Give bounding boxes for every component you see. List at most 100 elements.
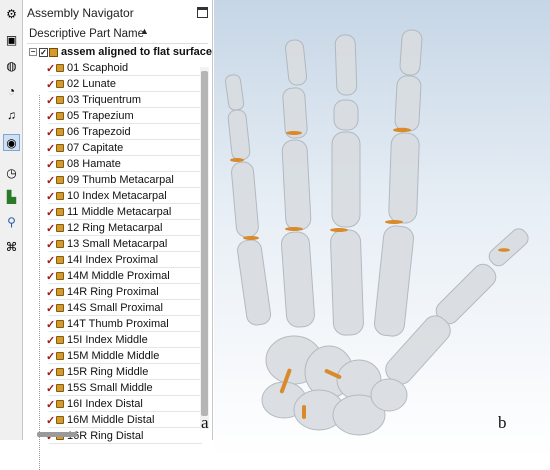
tree-part-row[interactable]: ✓ 11 Middle Metacarpal [23, 204, 212, 220]
part-icon [56, 224, 64, 232]
tree-part-row[interactable]: ✓ 15I Index Middle [23, 332, 212, 348]
web-icon[interactable]: ◉ [3, 134, 20, 151]
column-header-descriptive-part-name[interactable]: Descriptive Part Name ▲ [27, 25, 208, 44]
hand-bones [224, 29, 529, 436]
constraint-icon[interactable]: ◍ [3, 57, 20, 74]
tree-part-row[interactable]: ✓ 07 Capitate [23, 140, 212, 156]
part-icon [56, 128, 64, 136]
visibility-check-icon[interactable]: ✓ [46, 222, 55, 235]
cartilage-mark [285, 227, 303, 231]
history-icon[interactable]: ◷ [3, 164, 20, 181]
visibility-check-icon[interactable]: ✓ [46, 190, 55, 203]
part-icon [56, 112, 64, 120]
tree-part-row[interactable]: ✓ 06 Trapezoid [23, 124, 212, 140]
tree-part-row[interactable]: ✓ 01 Scaphoid [23, 60, 212, 76]
tree-part-row[interactable]: ✓ 10 Index Metacarpal [23, 188, 212, 204]
cartilage-mark [243, 236, 259, 240]
visibility-check-icon[interactable]: ✓ [46, 174, 55, 187]
tree-part-row[interactable]: ✓ 15R Ring Middle [23, 364, 212, 380]
tree-part-row[interactable]: ✓ 02 Lunate [23, 76, 212, 92]
cartilage-mark [498, 248, 510, 252]
part-label: 08 Hamate [67, 158, 121, 170]
tree-root-node[interactable]: − ✓ assem aligned to flat surface [23, 44, 212, 60]
hand-model [224, 29, 529, 436]
tree-part-row[interactable]: ✓ 09 Thumb Metacarpal [23, 172, 212, 188]
tree-part-row[interactable]: ✓ 14M Middle Proximal [23, 268, 212, 284]
horizontal-scroll-thumb[interactable] [37, 432, 77, 437]
part-icon [56, 64, 64, 72]
visibility-check-icon[interactable]: ✓ [46, 366, 55, 379]
tree-part-row[interactable]: ✓ 12 Ring Metacarpal [23, 220, 212, 236]
palette-icon[interactable]: ▙ [3, 188, 20, 205]
column-header-label: Descriptive Part Name [29, 28, 145, 40]
visibility-check-icon[interactable]: ✓ [46, 62, 55, 75]
collapse-icon[interactable]: − [29, 48, 37, 56]
visibility-check-icon[interactable]: ✓ [46, 142, 55, 155]
visibility-check-icon[interactable]: ✓ [46, 350, 55, 363]
visibility-check-icon[interactable]: ✓ [46, 334, 55, 347]
part-icon[interactable]: ◔ [3, 82, 20, 99]
graphics-viewport[interactable] [214, 0, 550, 458]
tree-part-row[interactable]: ✓ 13 Small Metacarpal [23, 236, 212, 252]
visibility-check-icon[interactable]: ✓ [46, 286, 55, 299]
panel-label-b: b [498, 413, 507, 432]
visibility-checkbox[interactable]: ✓ [39, 47, 48, 57]
visibility-check-icon[interactable]: ✓ [46, 78, 55, 91]
tree-part-row[interactable]: ✓ 16I Index Distal [23, 396, 212, 412]
part-label: 14S Small Proximal [67, 302, 163, 314]
network-icon[interactable]: ⌘ [3, 238, 20, 255]
part-label: 14R Ring Proximal [67, 286, 159, 298]
gear-icon[interactable]: ⚙ [3, 5, 20, 22]
part-label: 16M Middle Distal [67, 414, 155, 426]
bell-icon[interactable]: ♫ [3, 106, 20, 123]
tree-part-row[interactable]: ✓ 03 Triquentrum [23, 92, 212, 108]
index-metacarpal-bone [374, 225, 414, 337]
visibility-check-icon[interactable]: ✓ [46, 318, 55, 331]
visibility-check-icon[interactable]: ✓ [46, 94, 55, 107]
tree-part-row[interactable]: ✓ 16M Middle Distal [23, 412, 212, 428]
visibility-check-icon[interactable]: ✓ [46, 398, 55, 411]
tree-part-row[interactable]: ✓ 14T Thumb Proximal [23, 316, 212, 332]
visibility-check-icon[interactable]: ✓ [46, 270, 55, 283]
cartilage-mark [230, 158, 244, 162]
part-icon [56, 80, 64, 88]
visibility-check-icon[interactable]: ✓ [46, 110, 55, 123]
visibility-check-icon[interactable]: ✓ [46, 414, 55, 427]
visibility-check-icon[interactable]: ✓ [46, 238, 55, 251]
part-icon [56, 400, 64, 408]
visibility-check-icon[interactable]: ✓ [46, 382, 55, 395]
tree-part-row[interactable]: ✓ 14R Ring Proximal [23, 284, 212, 300]
cartilage-mark [302, 405, 306, 419]
visibility-check-icon[interactable]: ✓ [46, 126, 55, 139]
visibility-check-icon[interactable]: ✓ [46, 158, 55, 171]
part-label: 12 Ring Metacarpal [67, 222, 163, 234]
sort-ascending-icon[interactable]: ▲ [140, 26, 149, 36]
visibility-check-icon[interactable]: ✓ [46, 302, 55, 315]
assembly-tree: − ✓ assem aligned to flat surface ✓ 01 Sc… [23, 44, 212, 470]
index-proximal-bone [388, 132, 420, 224]
part-icon [56, 352, 64, 360]
ring-middle-bone [282, 87, 308, 139]
vertical-scrollbar[interactable] [200, 67, 209, 429]
small-distal-bone [224, 74, 245, 111]
tree-part-row[interactable]: ✓ 14S Small Proximal [23, 300, 212, 316]
part-icon [56, 320, 64, 328]
visibility-check-icon[interactable]: ✓ [46, 206, 55, 219]
vertical-scroll-thumb[interactable] [201, 71, 208, 416]
roles-icon[interactable]: ⚲ [3, 213, 20, 230]
index-distal-bone [399, 29, 423, 76]
tree-part-row[interactable]: ✓ 08 Hamate [23, 156, 212, 172]
tree-part-row[interactable]: ✓ 15M Middle Middle [23, 348, 212, 364]
assembly-icon[interactable]: ▣ [3, 31, 20, 48]
row-divider [49, 443, 202, 444]
part-label: 05 Trapezium [67, 110, 134, 122]
visibility-check-icon[interactable]: ✓ [46, 254, 55, 267]
tree-part-row[interactable]: ✓ 05 Trapezium [23, 108, 212, 124]
middle-distal-bone [334, 34, 358, 96]
restore-window-icon[interactable] [197, 7, 208, 18]
tree-part-row[interactable]: ✓ 15S Small Middle [23, 380, 212, 396]
part-icon [56, 336, 64, 344]
part-icon [56, 144, 64, 152]
assembly-icon [49, 47, 58, 57]
tree-part-row[interactable]: ✓ 14I Index Proximal [23, 252, 212, 268]
